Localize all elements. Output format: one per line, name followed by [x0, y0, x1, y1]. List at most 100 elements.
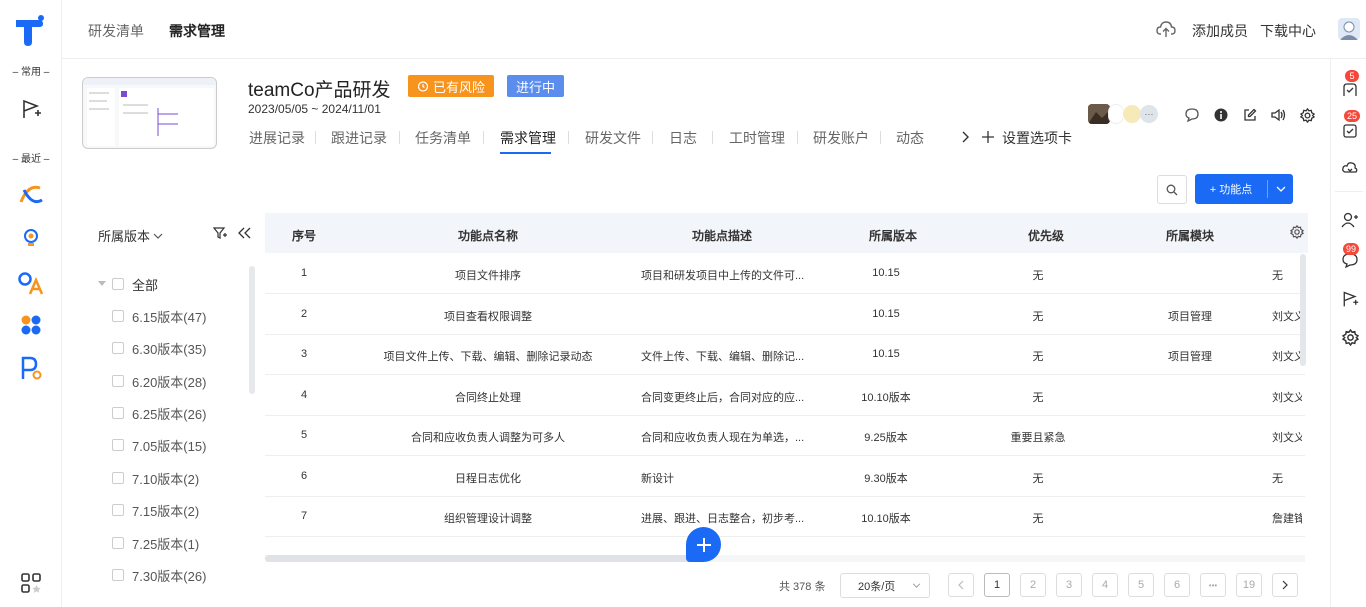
- filter-icon[interactable]: [212, 225, 228, 241]
- risk-badge[interactable]: 已有风险: [408, 75, 495, 97]
- version-item[interactable]: 7.10版本(2): [112, 468, 199, 488]
- speaker-icon[interactable]: [1269, 106, 1287, 124]
- page-ellipsis-button[interactable]: •••: [1200, 573, 1226, 597]
- status-badge[interactable]: 进行中: [507, 75, 565, 97]
- checkbox[interactable]: [112, 569, 124, 581]
- table-row[interactable]: 4 合同终止处理 合同变更终止后，合同对应的应... 10.10版本 无 刘文义: [265, 376, 1305, 416]
- tab-task-list[interactable]: 任务清单: [415, 128, 471, 148]
- version-all-item[interactable]: 全部: [98, 274, 158, 294]
- plus-icon[interactable]: [980, 129, 996, 145]
- tab-rd-account[interactable]: 研发账户: [813, 128, 869, 148]
- checkbox[interactable]: [112, 537, 124, 549]
- chevron-down-icon[interactable]: [1268, 174, 1293, 204]
- checkbox[interactable]: [112, 439, 124, 451]
- checkbox[interactable]: [112, 504, 124, 516]
- checkbox[interactable]: [112, 407, 124, 419]
- col-header-version[interactable]: 所属版本: [869, 227, 917, 244]
- column-settings-icon[interactable]: [1289, 224, 1305, 240]
- tab-requirement-mgmt[interactable]: 需求管理: [500, 128, 556, 148]
- cell-name[interactable]: 合同终止处理: [455, 389, 521, 405]
- checkbox[interactable]: [112, 342, 124, 354]
- table-row[interactable]: 3 项目文件上传、下载、编辑、删除记录动态 文件上传、下载、编辑、删除记... …: [265, 335, 1305, 375]
- cell-name[interactable]: 日程日志优化: [455, 470, 521, 486]
- version-item[interactable]: 7.15版本(2): [112, 500, 199, 520]
- add-feature-button[interactable]: + 功能点: [1195, 174, 1267, 204]
- tab-activity[interactable]: 动态: [896, 128, 924, 148]
- cell-name[interactable]: 项目文件排序: [455, 267, 521, 283]
- settings-gear-icon[interactable]: [1298, 106, 1316, 124]
- nav-rd-list[interactable]: 研发清单: [88, 21, 144, 41]
- nav-requirement-mgmt[interactable]: 需求管理: [169, 21, 225, 41]
- version-item[interactable]: 6.15版本(47): [112, 306, 206, 326]
- checkbox[interactable]: [112, 310, 124, 322]
- chat-bubble-icon[interactable]: [1183, 106, 1201, 124]
- chevron-right-icon[interactable]: [957, 129, 973, 145]
- version-item[interactable]: 6.20版本(28): [112, 371, 206, 391]
- page-button[interactable]: 5: [1128, 573, 1154, 597]
- floating-add-button[interactable]: [686, 527, 721, 562]
- add-member-link[interactable]: 添加成员: [1192, 21, 1248, 41]
- page-button[interactable]: 3: [1056, 573, 1082, 597]
- add-user-icon[interactable]: [1340, 210, 1360, 230]
- page-button[interactable]: 2: [1020, 573, 1046, 597]
- prev-page-button[interactable]: [948, 573, 974, 597]
- info-icon[interactable]: [1212, 106, 1230, 124]
- flag-add-icon[interactable]: [1340, 289, 1360, 309]
- checkbox[interactable]: [112, 278, 124, 290]
- col-header-module[interactable]: 所属模块: [1166, 227, 1214, 244]
- version-filter-dropdown[interactable]: 所属版本: [98, 226, 163, 245]
- col-header-priority[interactable]: 优先级: [1028, 227, 1064, 244]
- flag-add-icon[interactable]: [19, 97, 43, 121]
- member-avatar[interactable]: [1122, 104, 1142, 124]
- cell-name[interactable]: 项目文件上传、下载、编辑、删除记录动态: [384, 348, 593, 364]
- table-row[interactable]: 7 组织管理设计调整 进展、跟进、日志整合，初步考... 10.10版本 无 詹…: [265, 497, 1305, 537]
- settings-gear-icon[interactable]: [1340, 327, 1360, 347]
- page-button[interactable]: 6: [1164, 573, 1190, 597]
- col-header-name[interactable]: 功能点名称: [458, 227, 518, 244]
- page-button[interactable]: 19: [1236, 573, 1262, 597]
- upload-cloud-icon[interactable]: [1156, 19, 1176, 39]
- checkbox[interactable]: [112, 472, 124, 484]
- table-row[interactable]: 1 项目文件排序 项目和研发项目中上传的文件可... 10.15 无 无: [265, 254, 1305, 294]
- task-check-icon[interactable]: [1340, 121, 1360, 141]
- apps-dots-icon[interactable]: [19, 313, 43, 337]
- table-row[interactable]: 6 日程日志优化 新设计 9.30版本 无 无: [265, 457, 1305, 497]
- version-item[interactable]: 7.05版本(15): [112, 435, 206, 455]
- app-grid-icon[interactable]: [19, 571, 43, 595]
- user-avatar[interactable]: [1338, 18, 1360, 40]
- tab-settings-link[interactable]: 设置选项卡: [1002, 128, 1072, 148]
- tab-timesheet[interactable]: 工时管理: [729, 128, 785, 148]
- bulb-icon[interactable]: [19, 225, 43, 249]
- more-members-icon[interactable]: ···: [1140, 105, 1158, 123]
- table-row[interactable]: 5 合同和应收负责人调整为可多人 合同和应收负责人现在为单选，... 9.25版…: [265, 416, 1305, 456]
- col-header-desc[interactable]: 功能点描述: [692, 227, 752, 244]
- search-button[interactable]: [1157, 175, 1187, 204]
- next-page-button[interactable]: [1272, 573, 1298, 597]
- cell-name[interactable]: 组织管理设计调整: [444, 510, 532, 526]
- tab-follow-up[interactable]: 跟进记录: [331, 128, 387, 148]
- app-logo[interactable]: [13, 14, 47, 48]
- version-item[interactable]: 6.30版本(35): [112, 338, 206, 358]
- tab-rd-files[interactable]: 研发文件: [585, 128, 641, 148]
- member-avatar[interactable]: [1088, 104, 1110, 124]
- tab-log[interactable]: 日志: [669, 128, 697, 148]
- download-center-link[interactable]: 下载中心: [1260, 21, 1316, 41]
- version-item[interactable]: 6.25版本(26): [112, 403, 206, 423]
- approval-icon[interactable]: [1340, 80, 1360, 100]
- refresh-cloud-icon[interactable]: [1340, 158, 1360, 178]
- project-thumbnail[interactable]: [82, 77, 217, 149]
- table-horizontal-scrollbar[interactable]: [265, 555, 705, 562]
- edit-icon[interactable]: [1241, 106, 1259, 124]
- cell-name[interactable]: 合同和应收负责人调整为可多人: [411, 429, 565, 445]
- page-button-active[interactable]: 1: [984, 573, 1010, 597]
- table-vertical-scrollbar[interactable]: [1300, 254, 1306, 366]
- oa-icon[interactable]: [17, 270, 45, 296]
- filter-scrollbar[interactable]: [249, 266, 255, 394]
- collapse-double-chevron-icon[interactable]: [236, 225, 252, 241]
- cell-name[interactable]: 项目查看权限调整: [444, 308, 532, 324]
- page-size-select[interactable]: 20条/页: [840, 573, 930, 598]
- feature-app-icon[interactable]: [18, 182, 44, 208]
- table-row[interactable]: 2 项目查看权限调整 10.15 无 项目管理 刘文义: [265, 295, 1305, 335]
- version-item[interactable]: 7.30版本(26): [112, 565, 206, 585]
- checkbox[interactable]: [112, 375, 124, 387]
